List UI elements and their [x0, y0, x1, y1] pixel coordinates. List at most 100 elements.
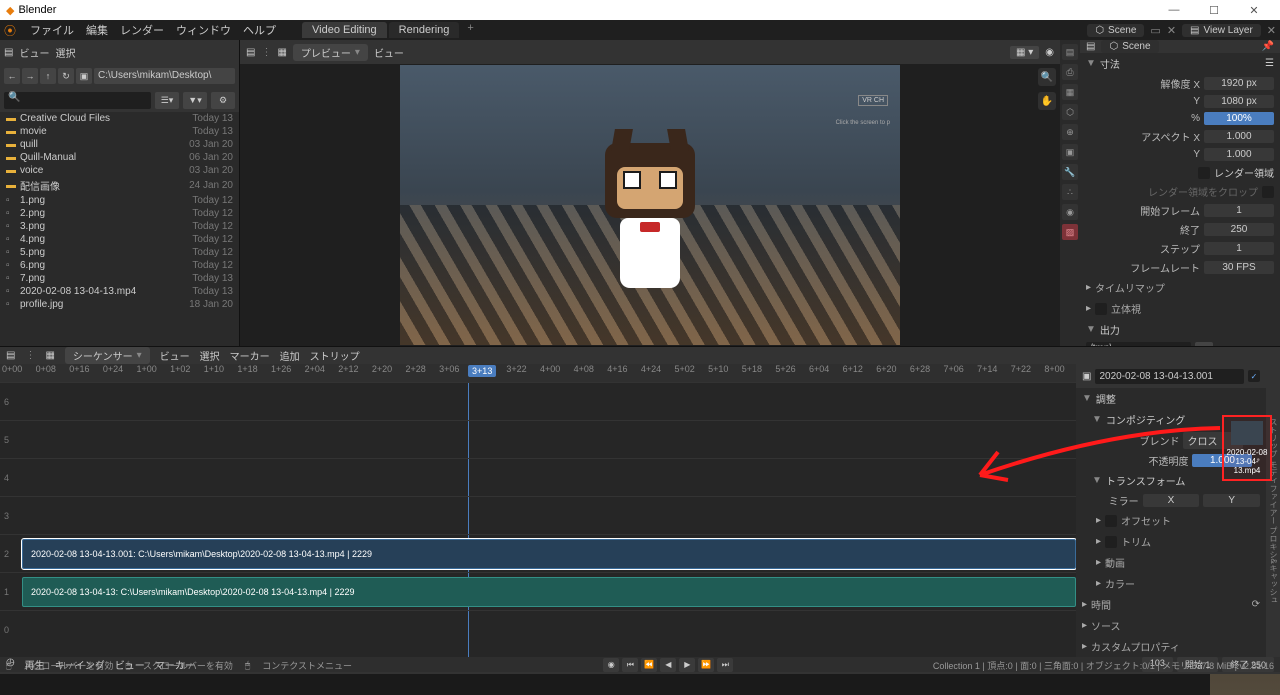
- close-button[interactable]: ✕: [1234, 4, 1274, 17]
- menu-edit[interactable]: 編集: [80, 22, 114, 38]
- scene-close-icon[interactable]: ✕: [1167, 24, 1176, 37]
- tool-physics-icon[interactable]: ◉: [1062, 204, 1078, 220]
- nav-up-icon[interactable]: ↑: [40, 68, 56, 84]
- tool-object-icon[interactable]: ▣: [1062, 144, 1078, 160]
- file-row[interactable]: ▬quill03 Jan 20: [0, 138, 239, 151]
- editor-type-icon[interactable]: ▤: [4, 47, 13, 58]
- crop-region-checkbox[interactable]: [1262, 186, 1274, 198]
- panel-stereo[interactable]: ▸立体視: [1080, 298, 1280, 319]
- track-row[interactable]: 22020-02-08 13-04-13.001: C:\Users\mikam…: [0, 534, 1076, 572]
- resolution-y-input[interactable]: 1080 px: [1204, 95, 1274, 108]
- zoom-icon[interactable]: 🔍: [1038, 68, 1056, 86]
- jump-start-icon[interactable]: ⏮: [622, 658, 638, 672]
- file-row[interactable]: ▬Quill-Manual06 Jan 20: [0, 151, 239, 164]
- menu-help[interactable]: ヘルプ: [237, 22, 282, 38]
- autokey-icon[interactable]: ◉: [603, 658, 619, 672]
- display-mode-icon[interactable]: ☰▾: [155, 92, 179, 109]
- panel-color[interactable]: ▸カラー: [1076, 573, 1266, 594]
- pv-mode-icon[interactable]: ▦: [277, 47, 286, 58]
- folder-icon[interactable]: ▬: [1195, 342, 1213, 346]
- pv-display-icon[interactable]: ▦ ▾: [1010, 46, 1039, 59]
- pin-icon[interactable]: 📌: [1262, 41, 1274, 52]
- aspect-y-input[interactable]: 1.000: [1204, 148, 1274, 161]
- editor-type-icon[interactable]: ▤: [246, 47, 255, 58]
- minimize-button[interactable]: —: [1154, 4, 1194, 16]
- play-reverse-icon[interactable]: ◀: [660, 658, 676, 672]
- file-row[interactable]: ▫4.pngToday 12: [0, 233, 239, 246]
- resolution-x-input[interactable]: 1920 px: [1204, 77, 1274, 90]
- viewlayer-selector[interactable]: ▤View Layer: [1182, 24, 1261, 37]
- output-path-input[interactable]: /tmp\: [1086, 342, 1191, 346]
- strip-mute-checkbox[interactable]: ✓: [1248, 370, 1260, 382]
- tool-render-icon[interactable]: ▤: [1062, 44, 1078, 60]
- path-input[interactable]: C:\Users\mikam\Desktop\: [94, 68, 235, 84]
- tool-scene-icon[interactable]: ⬡: [1062, 104, 1078, 120]
- file-row[interactable]: ▫2020-02-08 13-04-13.mp4Today 13: [0, 285, 239, 298]
- panel-adjust[interactable]: ▼調整: [1076, 388, 1266, 409]
- desktop-file-highlighted[interactable]: 2020-02-08 13-04-13.mp4: [1222, 415, 1272, 481]
- panel-video[interactable]: ▸動画: [1076, 552, 1266, 573]
- pv-overlay-icon[interactable]: ◉: [1045, 47, 1054, 58]
- file-row[interactable]: ▫1.pngToday 12: [0, 194, 239, 207]
- timeline-tracks[interactable]: 654322020-02-08 13-04-13.001: C:\Users\m…: [0, 382, 1076, 657]
- menu-file[interactable]: ファイル: [24, 22, 80, 38]
- sequencer-mode-dropdown[interactable]: シーケンサー▾: [65, 347, 150, 364]
- fps-dropdown[interactable]: 30 FPS: [1204, 261, 1274, 274]
- keyframe-prev-icon[interactable]: ⏪: [641, 658, 657, 672]
- track-row[interactable]: 3: [0, 496, 1076, 534]
- viewlayer-close-icon[interactable]: ✕: [1267, 24, 1276, 37]
- panel-time[interactable]: ▸時間⟳: [1076, 594, 1266, 615]
- file-row[interactable]: ▫5.pngToday 12: [0, 246, 239, 259]
- props-icon[interactable]: ▤: [1086, 41, 1095, 52]
- file-row[interactable]: ▫profile.jpg18 Jan 20: [0, 298, 239, 311]
- keyframe-next-icon[interactable]: ⏩: [698, 658, 714, 672]
- file-row[interactable]: ▫7.pngToday 13: [0, 272, 239, 285]
- file-row[interactable]: ▫3.pngToday 12: [0, 220, 239, 233]
- panel-dimensions[interactable]: ▼寸法☰: [1080, 53, 1280, 74]
- scene-selector[interactable]: ⬡Scene: [1087, 24, 1144, 37]
- workspace-add-button[interactable]: +: [461, 22, 479, 38]
- panel-time-remap[interactable]: ▸タイムリマップ: [1080, 277, 1280, 298]
- track-row[interactable]: 5: [0, 420, 1076, 458]
- settings-icon[interactable]: ⚙: [211, 92, 235, 109]
- tool-viewlayer-icon[interactable]: ▦: [1062, 84, 1078, 100]
- panel-trim[interactable]: ▸トリム: [1076, 531, 1266, 552]
- workspace-tab-video-editing[interactable]: Video Editing: [302, 22, 387, 38]
- mirror-x-button[interactable]: X: [1143, 494, 1200, 507]
- nav-back-icon[interactable]: ←: [4, 68, 20, 84]
- pan-icon[interactable]: ✋: [1038, 92, 1056, 110]
- mirror-y-button[interactable]: Y: [1203, 494, 1260, 507]
- aspect-x-input[interactable]: 1.000: [1204, 130, 1274, 143]
- nav-refresh-icon[interactable]: ↻: [58, 68, 74, 84]
- menu-render[interactable]: レンダー: [114, 22, 170, 38]
- seq-marker[interactable]: マーカー: [230, 348, 270, 363]
- maximize-button[interactable]: ☐: [1194, 4, 1234, 17]
- panel-source[interactable]: ▸ソース: [1076, 615, 1266, 636]
- tool-particles-icon[interactable]: ∴: [1062, 184, 1078, 200]
- workspace-tab-rendering[interactable]: Rendering: [389, 22, 460, 38]
- track-row[interactable]: 4: [0, 458, 1076, 496]
- panel-offset[interactable]: ▸オフセット: [1076, 510, 1266, 531]
- scene-new-icon[interactable]: ▭: [1150, 24, 1160, 37]
- file-row[interactable]: ▫6.pngToday 12: [0, 259, 239, 272]
- panel-output[interactable]: ▼出力: [1080, 319, 1280, 340]
- file-row[interactable]: ▫2.pngToday 12: [0, 207, 239, 220]
- pv-view[interactable]: ビュー: [374, 45, 404, 60]
- render-region-checkbox[interactable]: [1198, 167, 1210, 179]
- frame-start-input[interactable]: 1: [1204, 204, 1274, 217]
- timeline-ruler[interactable]: 0+000+080+160+241+001+021+101+181+262+04…: [0, 364, 1076, 382]
- strip-name-input[interactable]: 2020-02-08 13-04-13.001: [1095, 369, 1244, 384]
- fb-select[interactable]: 選択: [55, 45, 75, 60]
- panel-custom[interactable]: ▸カスタムプロパティ: [1076, 636, 1266, 657]
- resolution-pct-slider[interactable]: 100%: [1204, 112, 1274, 125]
- filter-icon[interactable]: ▼▾: [183, 92, 207, 109]
- video-strip[interactable]: 2020-02-08 13-04-13.001: C:\Users\mikam\…: [22, 539, 1076, 569]
- seq-select[interactable]: 選択: [200, 348, 220, 363]
- scene-chip[interactable]: ⬡Scene: [1101, 40, 1158, 53]
- file-row[interactable]: ▬Creative Cloud FilesToday 13: [0, 112, 239, 125]
- seq-add[interactable]: 追加: [280, 348, 300, 363]
- tool-material-icon[interactable]: ▨: [1062, 224, 1078, 240]
- seq-mode-icon[interactable]: ▦: [45, 350, 54, 361]
- stereo-checkbox[interactable]: [1095, 303, 1107, 315]
- track-row[interactable]: 12020-02-08 13-04-13: C:\Users\mikam\Des…: [0, 572, 1076, 610]
